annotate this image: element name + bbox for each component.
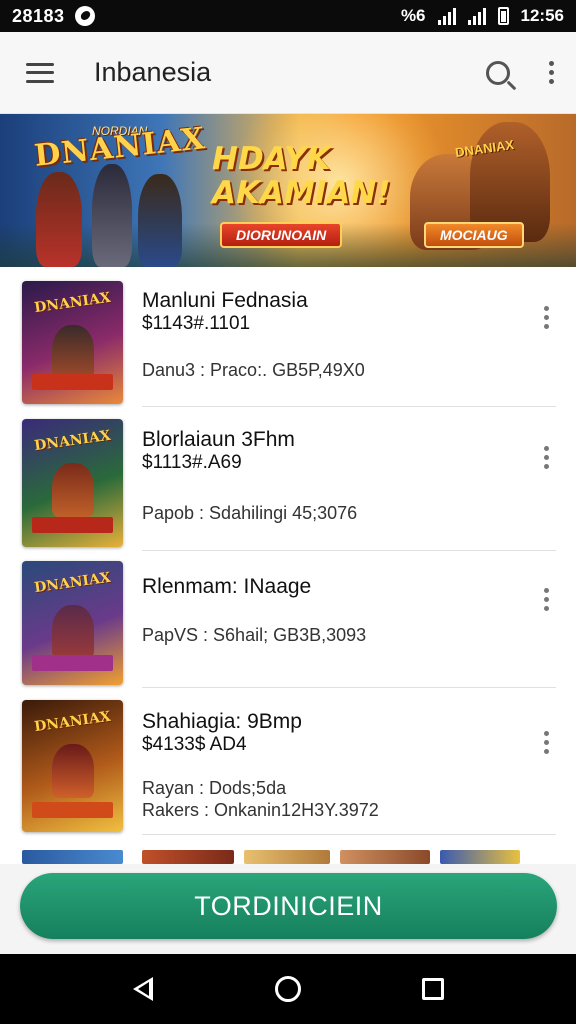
hamburger-icon <box>26 62 54 83</box>
thumbnail-banner <box>32 655 113 671</box>
item-overflow-button[interactable] <box>530 437 562 477</box>
item-meta-secondary: Rakers : Onkanin12H3Y.3972 <box>142 800 379 820</box>
list-item[interactable]: DNANIAX Rlenmam: INaage PapVS : S6hail; … <box>0 551 576 688</box>
item-thumbnail: DNANIAX <box>22 561 123 685</box>
more-vert-icon <box>543 445 549 469</box>
banner-headline-line1: HDAYK <box>212 141 331 177</box>
app-title: Inbanesia <box>94 57 212 87</box>
nav-home-button[interactable] <box>258 959 318 1019</box>
item-meta: Rayan : Dods;5da <box>142 778 287 798</box>
menu-button[interactable] <box>0 32 80 114</box>
more-vert-icon <box>548 61 554 84</box>
promo-banner[interactable]: NORDIAN DNANIAX HDAYK AKAMIAN! DNANIAX D… <box>0 114 576 267</box>
battery-icon <box>497 7 509 25</box>
item-title: Rlenmam: INaage <box>142 575 312 598</box>
item-thumbnail: DNANIAX <box>22 419 123 547</box>
peek-thumbnail <box>22 850 123 864</box>
item-overflow-button[interactable] <box>530 579 562 619</box>
item-thumbnail: DNANIAX <box>22 700 123 832</box>
cell-signal-icon <box>467 7 486 25</box>
item-overflow-button[interactable] <box>530 297 562 337</box>
banner-headline: HDAYK AKAMIAN! <box>212 142 390 210</box>
list-divider <box>142 834 556 835</box>
item-meta: Papob : Sdahilingi 45;3076 <box>142 503 358 523</box>
system-nav-bar <box>0 954 576 1024</box>
search-button[interactable] <box>470 32 526 114</box>
banner-button-left[interactable]: DIORUNOAIN <box>220 222 343 248</box>
banner-hero-figure <box>92 164 132 267</box>
status-time-right: 12:56 <box>520 6 564 25</box>
thumbnail-logo: DNANIAX <box>33 569 112 597</box>
item-price: $1113#.A69 <box>142 452 242 473</box>
thumbnail-figure <box>52 605 94 659</box>
back-triangle-icon <box>132 977 153 1001</box>
status-right: %6 12:56 <box>401 6 564 26</box>
list-item[interactable]: DNANIAX Manluni Fednasia $1143#.1101 Dan… <box>0 267 576 407</box>
item-meta: PapVS : S6hail; GB3B,3093 <box>142 625 367 645</box>
search-icon <box>486 60 510 85</box>
primary-cta-button[interactable]: TORDINICIEIN <box>20 873 557 939</box>
peek-image <box>440 850 520 864</box>
banner-button-right[interactable]: MOCIAUG <box>424 222 524 248</box>
thumbnail-logo: DNANIAX <box>33 289 112 317</box>
more-vert-icon <box>543 587 549 611</box>
item-meta: Danu3 : Praco:. GB5P,49X0 <box>142 360 365 380</box>
thumbnail-logo: DNANIAX <box>33 708 112 736</box>
item-title: Manluni Fednasia <box>142 289 308 312</box>
more-vert-icon <box>543 730 549 754</box>
status-time-left: 28183 <box>12 5 65 26</box>
thumbnail-figure <box>52 325 94 379</box>
banner-headline-line2: AKAMIAN! <box>212 175 391 211</box>
next-item-peek[interactable] <box>0 848 576 864</box>
status-left: 28183 <box>12 6 95 27</box>
list-item[interactable]: DNANIAX Shahiagia: 9Bmp $4133$ AD4 Rayan… <box>0 688 576 835</box>
wifi-signal-icon <box>437 7 456 25</box>
recents-square-icon <box>422 978 445 1000</box>
item-title: Shahiagia: 9Bmp <box>142 710 302 733</box>
app-notification-icon <box>74 6 95 26</box>
status-bar: 28183 %6 12:56 <box>0 0 576 32</box>
thumbnail-banner <box>32 374 113 390</box>
nav-back-button[interactable] <box>113 959 173 1019</box>
thumbnail-banner <box>32 517 113 533</box>
banner-hero-figure <box>138 174 182 267</box>
home-circle-icon <box>274 976 301 1002</box>
item-overflow-button[interactable] <box>530 722 562 762</box>
thumbnail-banner <box>32 802 113 818</box>
more-vert-icon <box>543 305 549 329</box>
peek-image <box>340 850 430 864</box>
overflow-menu-button[interactable] <box>526 32 576 114</box>
thumbnail-figure <box>52 463 94 517</box>
app-bar: Inbanesia <box>0 32 576 114</box>
item-price: $1143#.1101 <box>142 313 251 334</box>
cta-area: TORDINICIEIN <box>0 864 576 954</box>
peek-image <box>142 850 234 864</box>
banner-hero-figure <box>36 172 82 267</box>
item-title: Blorlaiaun 3Fhm <box>142 428 295 451</box>
item-price: $4133$ AD4 <box>142 734 247 755</box>
thumbnail-logo: DNANIAX <box>33 427 112 455</box>
item-thumbnail: DNANIAX <box>22 281 123 404</box>
network-label: %6 <box>400 6 426 25</box>
peek-image <box>244 850 330 864</box>
thumbnail-figure <box>52 744 94 798</box>
list-item[interactable]: DNANIAX Blorlaiaun 3Fhm $1113#.A69 Papob… <box>0 407 576 551</box>
nav-recents-button[interactable] <box>403 959 463 1019</box>
